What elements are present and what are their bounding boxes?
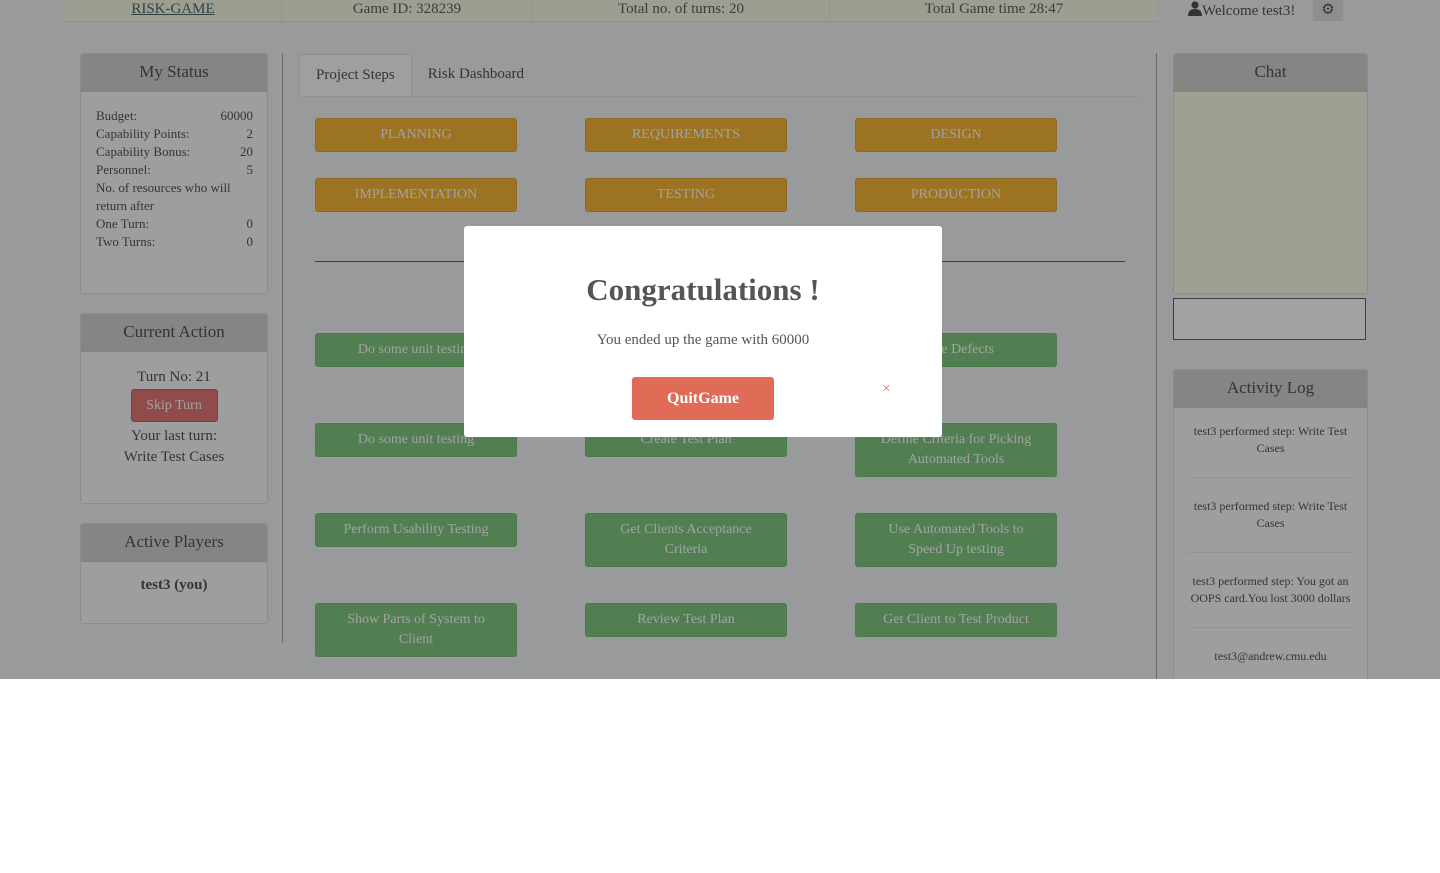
dialog-title: Congratulations ! <box>586 272 820 307</box>
quit-game-button[interactable]: QuitGame <box>632 377 774 420</box>
close-icon[interactable]: × <box>882 381 890 398</box>
dialog-message: You ended up the game with 60000 <box>596 332 810 348</box>
congratulations-dialog: Congratulations ! You ended up the game … <box>464 226 942 437</box>
game-app: RISK-GAME Game ID: 328239 Total no. of t… <box>0 0 1440 679</box>
